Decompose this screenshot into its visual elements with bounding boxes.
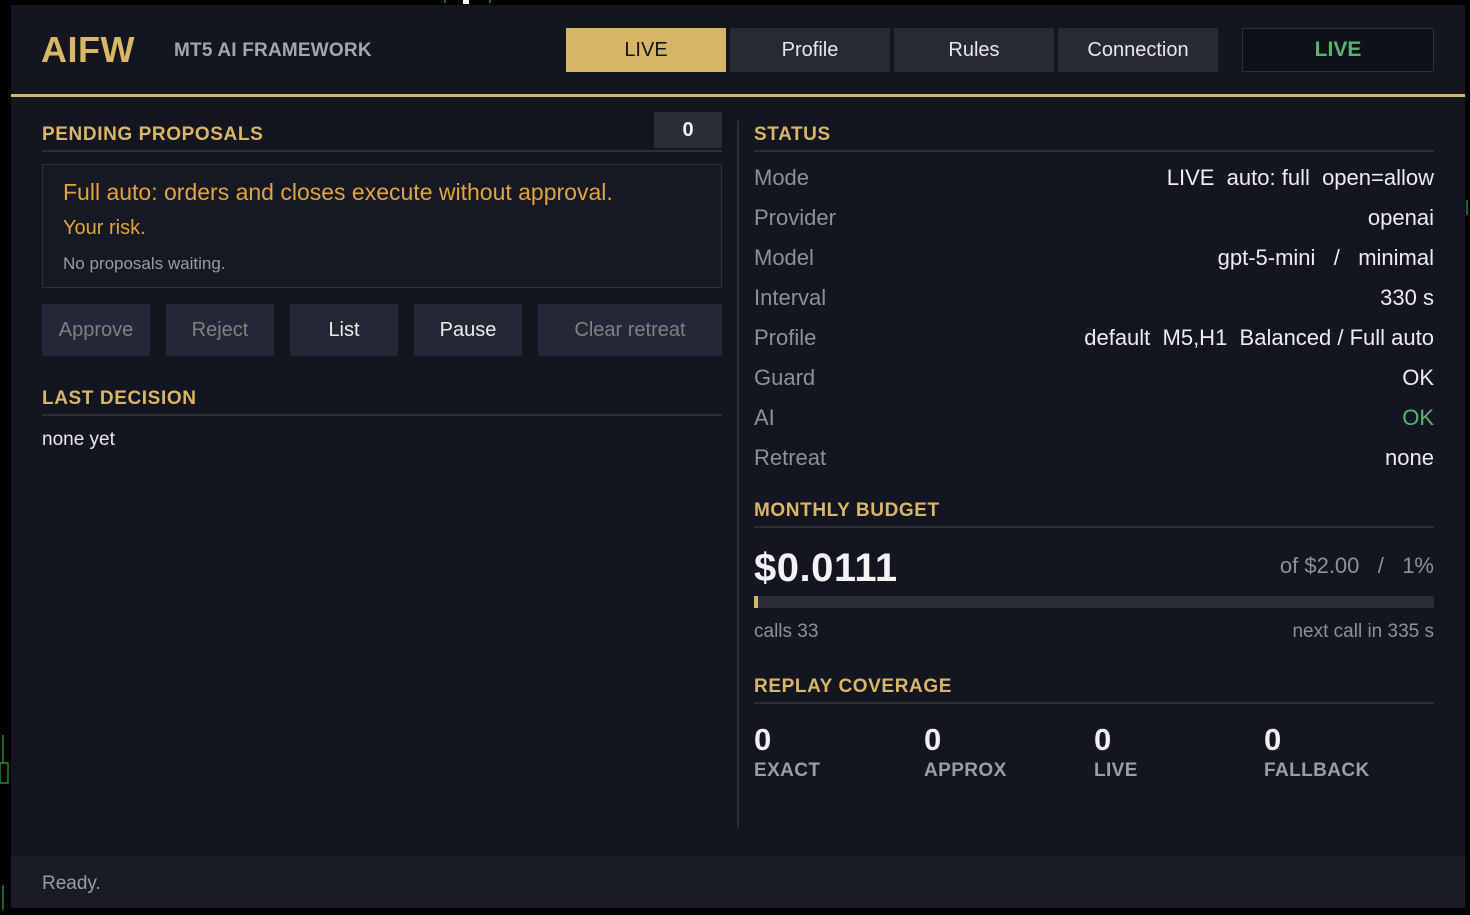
replay-coverage-divider: [754, 702, 1434, 704]
status-value-model: gpt-5-mini / minimal: [1217, 245, 1434, 270]
tab-rules[interactable]: Rules: [894, 28, 1054, 72]
last-decision-divider: [42, 414, 722, 416]
status-value-profile: default M5,H1 Balanced / Full auto: [1084, 325, 1434, 350]
budget-spent-amount: $0.0111: [754, 546, 898, 590]
list-button[interactable]: List: [290, 304, 398, 356]
budget-progress-bar: [754, 596, 1434, 608]
header-divider: [11, 94, 1465, 97]
header: AIFW MT5 AI FRAMEWORK LIVE Profile Rules…: [11, 5, 1465, 94]
notice-risk-text: Your risk.: [63, 217, 146, 239]
status-label-interval: Interval: [754, 285, 827, 310]
app-logo: AIFW: [41, 29, 135, 70]
monthly-budget-title: MONTHLY BUDGET: [754, 500, 940, 521]
notice-empty-text: No proposals waiting.: [63, 254, 226, 273]
status-label-model: Model: [754, 245, 814, 270]
tab-live[interactable]: LIVE: [566, 28, 726, 72]
pending-count-badge: 0: [654, 112, 722, 148]
monthly-budget-divider: [754, 526, 1434, 528]
status-label-provider: Provider: [754, 205, 836, 230]
coverage-fallback-value: 0: [1264, 722, 1282, 757]
pending-proposals-title: PENDING PROPOSALS: [42, 124, 264, 145]
notice-warning-text: Full auto: orders and closes execute wit…: [63, 179, 613, 205]
status-value-retreat: none: [1385, 445, 1434, 470]
status-value-provider: openai: [1367, 205, 1434, 230]
budget-next-call: next call in 335 s: [1292, 621, 1434, 642]
column-divider: [737, 121, 739, 828]
coverage-exact-value: 0: [754, 722, 772, 757]
app-subtitle: MT5 AI FRAMEWORK: [174, 40, 372, 61]
budget-limit-text: of $2.00 / 1%: [1279, 553, 1434, 578]
status-bar-text: Ready.: [42, 873, 101, 894]
replay-coverage-title: REPLAY COVERAGE: [754, 676, 952, 697]
status-value-ai: OK: [1402, 405, 1434, 430]
auto-mode-notice: Full auto: orders and closes execute wit…: [42, 164, 722, 288]
status-value-interval: 330 s: [1380, 285, 1434, 310]
coverage-live-value: 0: [1094, 722, 1112, 757]
pause-button[interactable]: Pause: [414, 304, 522, 356]
budget-calls-count: calls 33: [754, 621, 819, 642]
last-decision-title: LAST DECISION: [42, 388, 197, 409]
coverage-exact-label: EXACT: [754, 760, 821, 781]
live-status-indicator: LIVE: [1242, 28, 1434, 72]
status-label-retreat: Retreat: [754, 445, 827, 470]
status-value-mode: LIVE auto: full open=allow: [1166, 165, 1434, 190]
approve-button[interactable]: Approve: [42, 304, 150, 356]
status-bar: Ready.: [11, 856, 1465, 908]
coverage-fallback-label: FALLBACK: [1264, 760, 1370, 781]
pending-proposals-divider: [42, 150, 722, 152]
status-title: STATUS: [754, 124, 831, 145]
budget-progress-fill: [754, 596, 758, 608]
status-label-guard: Guard: [754, 365, 816, 390]
aifw-panel: AIFW MT5 AI FRAMEWORK LIVE Profile Rules…: [11, 5, 1465, 908]
status-value-guard: OK: [1402, 365, 1434, 390]
status-label-mode: Mode: [754, 165, 810, 190]
clear-retreat-button[interactable]: Clear retreat: [538, 304, 722, 356]
status-divider: [754, 150, 1434, 152]
last-decision-value: none yet: [42, 429, 115, 450]
status-label-ai: AI: [754, 405, 775, 430]
tab-profile[interactable]: Profile: [730, 28, 890, 72]
status-label-profile: Profile: [754, 325, 817, 350]
coverage-approx-value: 0: [924, 722, 942, 757]
tab-connection[interactable]: Connection: [1058, 28, 1218, 72]
reject-button[interactable]: Reject: [166, 304, 274, 356]
coverage-approx-label: APPROX: [924, 760, 1007, 781]
coverage-live-label: LIVE: [1094, 760, 1138, 781]
